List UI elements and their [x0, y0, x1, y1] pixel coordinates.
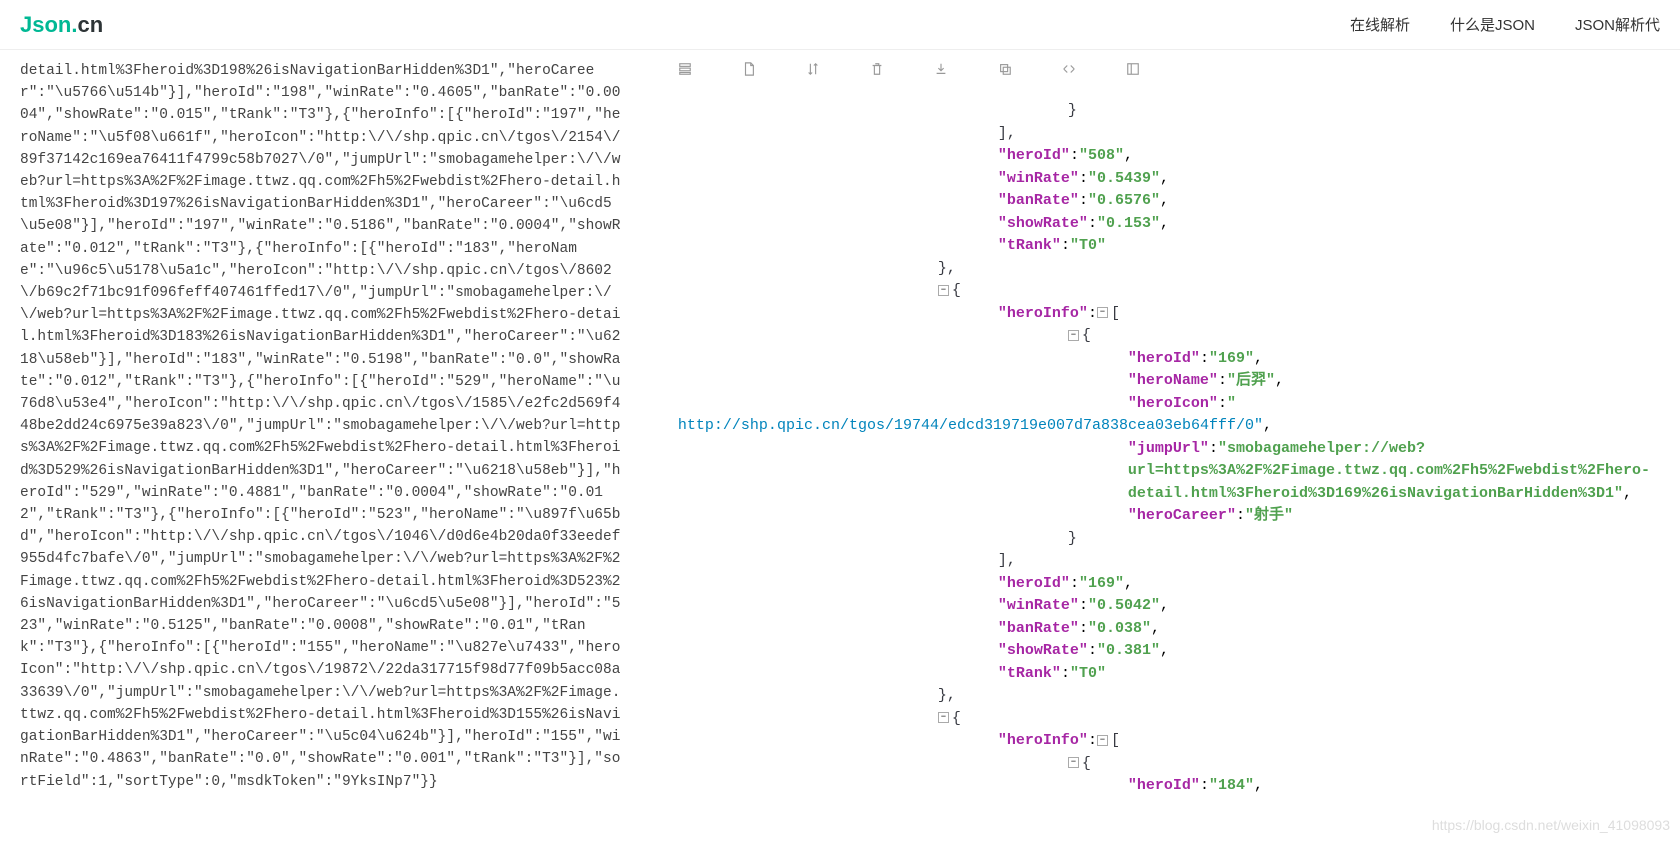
collapse-icon[interactable]: − [938, 712, 949, 723]
val-heroId-508: "508" [1079, 147, 1124, 164]
nav-what-is-json[interactable]: 什么是JSON [1450, 14, 1535, 35]
close-obj: }, [938, 260, 956, 277]
json-tree-view[interactable]: } ], "heroId":"508", "winRate":"0.5439",… [648, 90, 1680, 841]
toolbar [648, 50, 1680, 90]
nav-json-code[interactable]: JSON解析代 [1575, 14, 1660, 35]
key-heroId: "heroId" [1128, 350, 1200, 367]
key-banRate: "banRate" [998, 192, 1079, 209]
sort-icon[interactable] [806, 62, 820, 79]
key-tRank: "tRank" [998, 665, 1061, 682]
key-showRate: "showRate" [998, 642, 1088, 659]
close-brace: } [1068, 530, 1077, 547]
right-panel: } ], "heroId":"508", "winRate":"0.5439",… [648, 50, 1680, 841]
raw-json-input[interactable]: detail.html%3Fheroid%3D198%26isNavigatio… [0, 50, 648, 841]
nav: 在线解析 什么是JSON JSON解析代 [1350, 14, 1660, 35]
val-tRank-508: "T0" [1070, 237, 1106, 254]
collapse-icon[interactable]: − [938, 285, 949, 296]
collapse-icon[interactable]: − [1097, 735, 1108, 746]
close-bracket: ], [998, 552, 1016, 569]
val-heroIcon-url[interactable]: http://shp.qpic.cn/tgos/19744/edcd319719… [678, 417, 1263, 434]
expand-icon[interactable] [1126, 62, 1140, 79]
collapse-icon[interactable]: − [1097, 307, 1108, 318]
key-heroCareer: "heroCareer" [1128, 507, 1236, 524]
compress-icon[interactable] [1062, 62, 1076, 79]
val-heroCareer-169: "射手" [1245, 507, 1293, 524]
open-obj: { [1082, 755, 1091, 772]
collapse-icon[interactable]: − [1068, 330, 1079, 341]
val-showRate-169: "0.381" [1097, 642, 1160, 659]
key-banRate: "banRate" [998, 620, 1079, 637]
key-jumpUrl: "jumpUrl" [1128, 440, 1209, 457]
open-obj: { [1082, 327, 1091, 344]
key-heroName: "heroName" [1128, 372, 1218, 389]
val-heroId-169: "169" [1209, 350, 1254, 367]
nav-parse[interactable]: 在线解析 [1350, 14, 1410, 35]
val-winRate-508: "0.5439" [1088, 170, 1160, 187]
key-heroIcon: "heroIcon" [1128, 395, 1218, 412]
header: Json.cn 在线解析 什么是JSON JSON解析代 [0, 0, 1680, 50]
close-obj: }, [938, 687, 956, 704]
raw-json-text: detail.html%3Fheroid%3D198%26isNavigatio… [20, 63, 620, 790]
key-tRank: "tRank" [998, 237, 1061, 254]
open-obj: { [952, 710, 961, 727]
close-bracket: ], [998, 125, 1016, 142]
key-heroId: "heroId" [998, 575, 1070, 592]
stack-icon[interactable] [678, 62, 692, 79]
logo-text-2: cn [77, 12, 103, 37]
val-heroId-169b: "169" [1079, 575, 1124, 592]
val-heroId-184: "184" [1209, 777, 1254, 794]
val-banRate-169: "0.038" [1088, 620, 1151, 637]
open-bracket: [ [1111, 732, 1120, 749]
key-heroInfo: "heroInfo" [998, 732, 1088, 749]
val-winRate-169: "0.5042" [1088, 597, 1160, 614]
open-bracket: [ [1111, 305, 1120, 322]
watermark: https://blog.csdn.net/weixin_41098093 [1432, 814, 1670, 837]
collapse-icon[interactable]: − [1068, 757, 1079, 768]
val-tRank-169: "T0" [1070, 665, 1106, 682]
close-brace: } [1068, 102, 1077, 119]
key-showRate: "showRate" [998, 215, 1088, 232]
val-showRate-508: "0.153" [1097, 215, 1160, 232]
trash-icon[interactable] [870, 62, 884, 79]
val-heroName-169: "后羿" [1227, 372, 1275, 389]
key-heroId: "heroId" [998, 147, 1070, 164]
val-banRate-508: "0.6576" [1088, 192, 1160, 209]
logo[interactable]: Json.cn [20, 12, 103, 38]
file-icon[interactable] [742, 62, 756, 79]
key-heroId: "heroId" [1128, 777, 1200, 794]
key-heroInfo: "heroInfo" [998, 305, 1088, 322]
open-obj: { [952, 282, 961, 299]
main: detail.html%3Fheroid%3D198%26isNavigatio… [0, 50, 1680, 841]
download-icon[interactable] [934, 62, 948, 79]
logo-text-1: Json [20, 12, 71, 37]
copy-icon[interactable] [998, 62, 1012, 79]
key-winRate: "winRate" [998, 597, 1079, 614]
key-winRate: "winRate" [998, 170, 1079, 187]
